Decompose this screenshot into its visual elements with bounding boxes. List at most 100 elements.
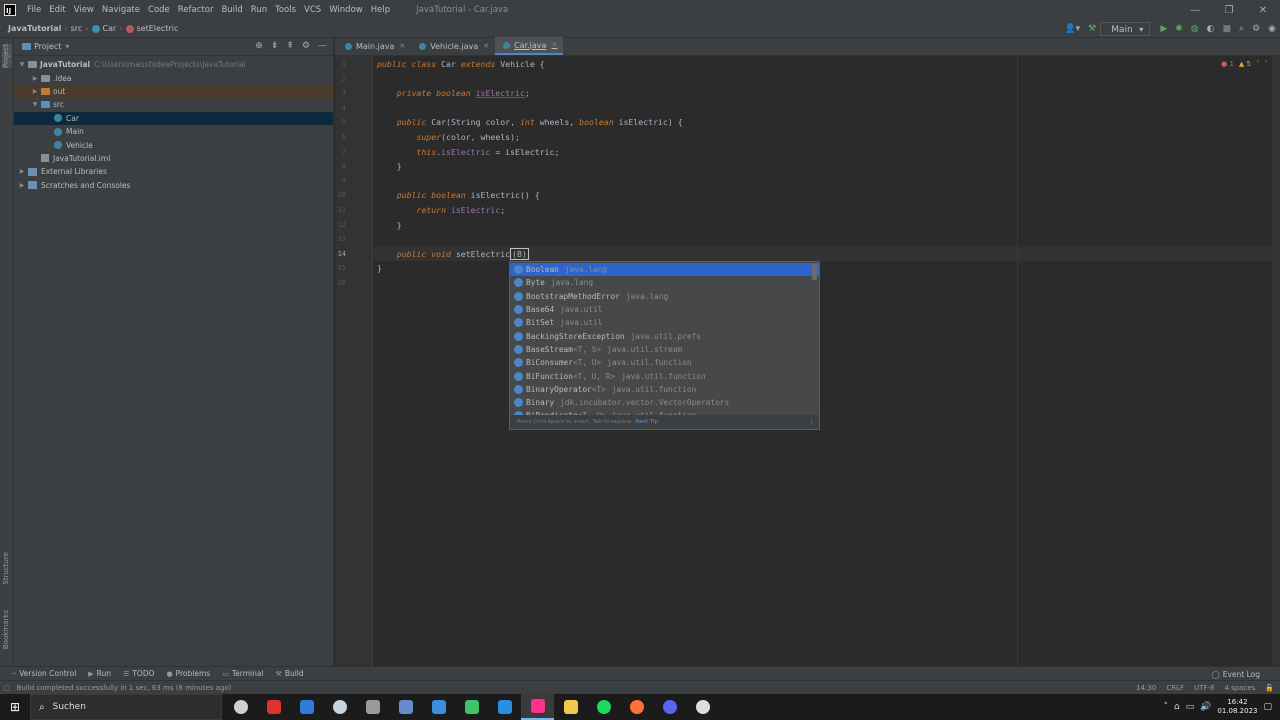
structure-tool-button[interactable]: Structure	[2, 552, 10, 585]
expand-all-icon[interactable]: ⇟	[271, 41, 279, 51]
chevron-right-icon[interactable]: ▶	[18, 168, 26, 175]
taskbar-chrome-icon[interactable]	[686, 694, 719, 720]
menu-window[interactable]: Window	[325, 5, 367, 15]
tab-car-java[interactable]: Car.java ✕	[495, 37, 564, 55]
tree-item-javatutorial[interactable]: ▼ JavaTutorial C:\Users\maust\IdeaProjects…	[14, 58, 333, 71]
completion-item[interactable]: BiFunction <T, U, R> java.util.function	[510, 369, 819, 382]
menu-file[interactable]: File	[23, 5, 45, 15]
caret-position[interactable]: 14:30	[1136, 684, 1156, 692]
run-icon[interactable]: ▶	[1160, 24, 1167, 34]
collapse-all-icon[interactable]: ⇞	[286, 41, 294, 51]
menu-help[interactable]: Help	[367, 5, 394, 15]
menu-vcs[interactable]: VCS	[300, 5, 325, 15]
chevron-right-icon[interactable]: ▶	[31, 88, 39, 95]
battery-icon[interactable]: ▭	[1186, 702, 1195, 712]
tree-item-external-libraries[interactable]: ▶ External Libraries	[14, 165, 333, 178]
status-message[interactable]: Build completed successfully in 1 sec, 6…	[17, 684, 232, 692]
taskbar-app-green-icon[interactable]	[455, 694, 488, 720]
status-toggle-icon[interactable]: ▢	[4, 684, 11, 692]
completion-item[interactable]: Base64 java.util	[510, 303, 819, 316]
taskbar-app-blue-icon[interactable]	[290, 694, 323, 720]
debug-icon[interactable]: ✱	[1175, 24, 1183, 34]
menu-build[interactable]: Build	[217, 5, 246, 15]
taskbar-app-box-icon[interactable]	[389, 694, 422, 720]
tool-version-control[interactable]: ⑂ Version Control	[12, 669, 76, 678]
code-completion-popup[interactable]: Boolean java.lang Byte java.lang BootstrapMe…	[509, 261, 820, 430]
event-log-button[interactable]: ◯ Event Log	[1211, 667, 1260, 681]
close-tab-icon[interactable]: ✕	[399, 42, 405, 50]
taskbar-explorer-icon[interactable]	[554, 694, 587, 720]
completion-item[interactable]: BiConsumer <T, U> java.util.function	[510, 356, 819, 369]
taskbar-app-dark-icon[interactable]	[356, 694, 389, 720]
ide-update-icon[interactable]: ◉	[1268, 24, 1276, 34]
menu-tools[interactable]: Tools	[271, 5, 300, 15]
more-options-icon[interactable]: ⋮	[808, 418, 815, 426]
taskbar-firefox-icon[interactable]	[620, 694, 653, 720]
search-icon[interactable]: ⌕	[1239, 24, 1244, 34]
tree-item-main[interactable]: Main	[14, 125, 333, 138]
settings-icon[interactable]: ⚙	[1252, 24, 1260, 34]
menu-edit[interactable]: Edit	[45, 5, 69, 15]
breadcrumb-class[interactable]: Car	[103, 24, 117, 33]
completion-item[interactable]: BootstrapMethodError java.lang	[510, 290, 819, 303]
bookmarks-tool-button[interactable]: Bookmarks	[2, 610, 10, 649]
tree-item--idea[interactable]: ▶ .idea	[14, 71, 333, 84]
next-tip-link[interactable]: Next Tip	[635, 419, 658, 425]
completion-item[interactable]: BinaryOperator <T> java.util.function	[510, 383, 819, 396]
breadcrumb-method[interactable]: setElectric	[137, 24, 179, 33]
chevron-down-icon[interactable]: ▼	[18, 61, 26, 68]
lock-icon[interactable]: 🔓	[1265, 684, 1274, 692]
coverage-icon[interactable]: ◍	[1191, 24, 1199, 34]
menu-refactor[interactable]: Refactor	[174, 5, 218, 15]
menu-code[interactable]: Code	[144, 5, 174, 15]
build-hammer-icon[interactable]: ⚒	[1088, 24, 1096, 34]
stop-icon[interactable]: ■	[1223, 24, 1232, 34]
close-icon[interactable]: ✕	[1246, 0, 1280, 20]
taskbar-steam-icon[interactable]	[323, 694, 356, 720]
breadcrumb-folder[interactable]: src	[71, 24, 83, 33]
chevron-right-icon[interactable]: ▶	[18, 182, 26, 189]
chevron-up-icon[interactable]: ˄	[1163, 702, 1168, 712]
clock[interactable]: 16:42 01.08.2023	[1217, 698, 1257, 716]
run-configuration-select[interactable]: Main ▾	[1100, 22, 1151, 36]
tree-item-src[interactable]: ▼ src	[14, 98, 333, 111]
chevron-up-icon[interactable]: ˄	[1256, 60, 1260, 68]
tree-item-javatutorial-iml[interactable]: JavaTutorial.iml	[14, 152, 333, 165]
taskbar-app-check-icon[interactable]	[422, 694, 455, 720]
chevron-down-icon[interactable]: ▼	[31, 101, 39, 108]
completion-item[interactable]: Binary jdk.incubator.vector.VectorOperato…	[510, 396, 819, 409]
locate-icon[interactable]: ⊕	[255, 41, 263, 51]
network-icon[interactable]: ⌂	[1174, 702, 1180, 712]
maximize-icon[interactable]: ❐	[1212, 0, 1246, 20]
tool-terminal[interactable]: ▭ Terminal	[222, 669, 263, 678]
taskbar-opera-icon[interactable]	[257, 694, 290, 720]
taskbar-intellij-icon[interactable]	[521, 694, 554, 720]
menu-view[interactable]: View	[70, 5, 98, 15]
close-tab-icon[interactable]: ✕	[551, 41, 557, 49]
tree-item-scratches-and-consoles[interactable]: ▶ Scratches and Consoles	[14, 179, 333, 192]
taskbar-discord-icon[interactable]	[653, 694, 686, 720]
menu-navigate[interactable]: Navigate	[98, 5, 144, 15]
file-encoding[interactable]: UTF-8	[1194, 684, 1214, 692]
tab-vehicle-java[interactable]: Vehicle.java ✕	[411, 37, 495, 55]
tool-problems[interactable]: ● Problems	[167, 669, 211, 678]
taskbar-search[interactable]: ⌕ Suchen	[30, 694, 222, 720]
project-tool-button[interactable]: Project	[2, 44, 12, 68]
close-tab-icon[interactable]: ✕	[483, 42, 489, 50]
completion-scrollbar[interactable]	[812, 264, 817, 280]
tool-run[interactable]: ▶ Run	[88, 669, 111, 678]
taskbar-spotify-icon[interactable]	[587, 694, 620, 720]
chevron-down-icon[interactable]: ˅	[1265, 60, 1269, 68]
profile-icon[interactable]: ◐	[1207, 24, 1215, 34]
windows-start-icon[interactable]: ⊞	[0, 694, 30, 720]
indent-setting[interactable]: 4 spaces	[1224, 684, 1255, 692]
taskbar-task-view-icon[interactable]	[224, 694, 257, 720]
line-separator[interactable]: CRLF	[1166, 684, 1184, 692]
completion-item[interactable]: Byte java.lang	[510, 276, 819, 289]
gear-icon[interactable]: ⚙	[302, 41, 310, 51]
completion-item[interactable]: Boolean java.lang	[510, 263, 819, 277]
completion-item[interactable]: BaseStream <T, S> java.util.stream	[510, 343, 819, 356]
menu-run[interactable]: Run	[247, 5, 271, 15]
tool-build[interactable]: ⚒ Build	[276, 669, 304, 678]
user-icon[interactable]: 👤▾	[1064, 24, 1080, 34]
